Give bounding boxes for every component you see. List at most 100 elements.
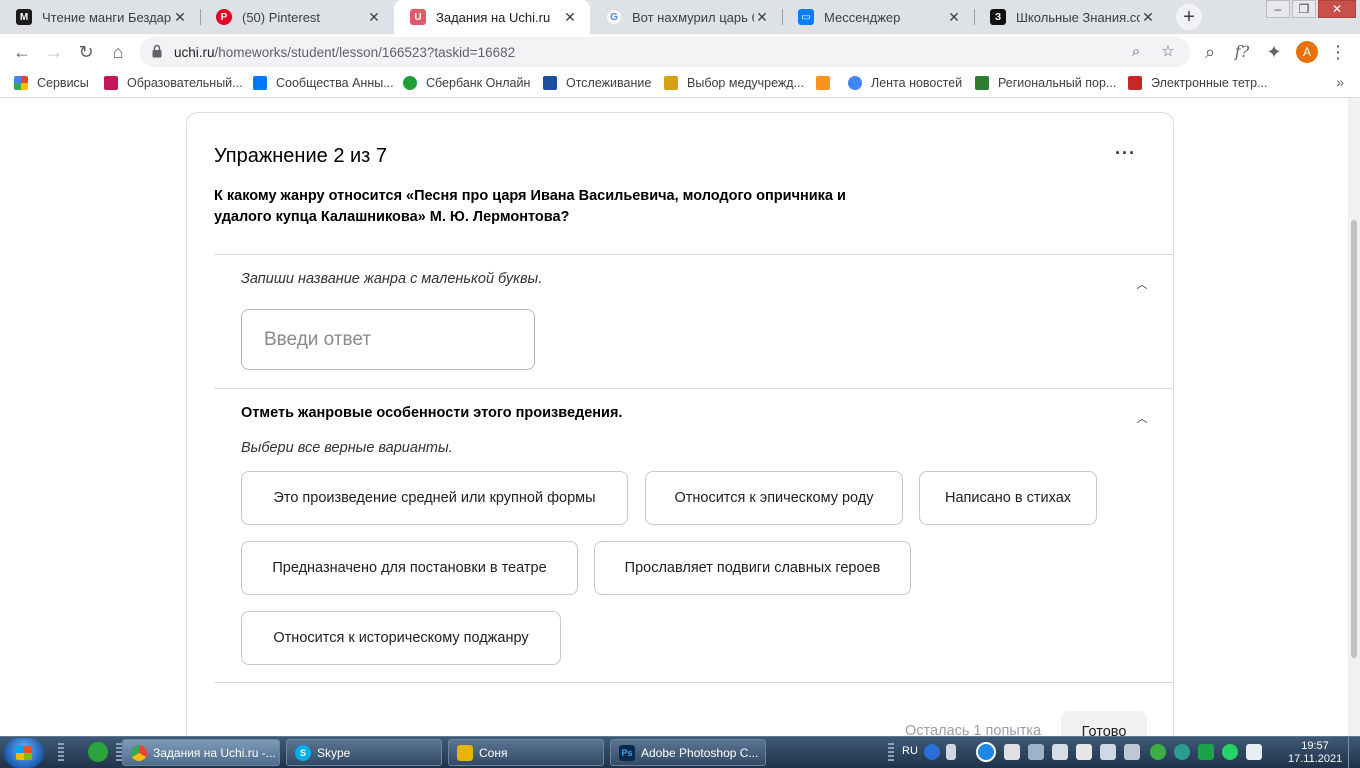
divider xyxy=(214,388,1174,389)
browser-toolbar: ← → ↻ ⌂ uchi.ru/homeworks/student/lesson… xyxy=(0,34,1360,70)
window-close-button[interactable]: ✕ xyxy=(1318,0,1356,18)
forward-icon[interactable]: → xyxy=(42,40,66,64)
check-icon[interactable] xyxy=(1150,744,1166,760)
volume-icon[interactable] xyxy=(1100,744,1116,760)
window-icon[interactable] xyxy=(1052,744,1068,760)
manga-icon: M xyxy=(16,9,32,25)
tab-messenger[interactable]: ▭ Мессенджер ✕ xyxy=(782,0,974,34)
sberbank-icon xyxy=(403,76,417,90)
close-icon[interactable]: ✕ xyxy=(562,9,578,26)
close-icon[interactable]: ✕ xyxy=(366,9,382,26)
page-scrollbar[interactable] xyxy=(1348,98,1360,736)
search-icon[interactable]: ⌕ xyxy=(1198,40,1222,64)
bookmark-star-icon[interactable]: ☆ xyxy=(1158,42,1178,62)
bookmark-item[interactable]: Сбербанк Онлайн xyxy=(403,76,530,90)
close-icon[interactable]: ✕ xyxy=(1140,9,1156,26)
option-button[interactable]: Это произведение средней или крупной фор… xyxy=(241,471,628,525)
bookmark-item[interactable]: Электронные тетр... xyxy=(1128,76,1268,90)
bookmark-item[interactable]: Образовательный... xyxy=(104,76,243,90)
bookmark-item[interactable]: Региональный пор... xyxy=(975,76,1116,90)
mail-icon[interactable] xyxy=(1246,744,1262,760)
start-button[interactable] xyxy=(4,738,44,768)
taskbar-grip xyxy=(58,743,64,763)
option-button[interactable]: Прославляет подвиги славных героев xyxy=(594,541,911,595)
close-icon[interactable]: ✕ xyxy=(946,9,962,26)
bookmark-item[interactable]: Лента новостей xyxy=(848,76,962,90)
submit-row: Осталась 1 попытка Готово xyxy=(187,707,1173,736)
browser-tray-icon[interactable] xyxy=(1174,744,1190,760)
news-icon xyxy=(848,76,862,90)
option-button[interactable]: Относится к эпическому роду xyxy=(645,471,903,525)
question-text: К какому жанру относится «Песня про царя… xyxy=(214,188,846,225)
skype-icon: S xyxy=(295,744,311,761)
help-circle-icon[interactable] xyxy=(976,742,996,762)
clock[interactable]: 19:57 17.11.2021 xyxy=(1288,740,1342,766)
back-icon[interactable]: ← xyxy=(10,40,34,64)
maximize-button[interactable]: ❐ xyxy=(1292,0,1316,18)
option-button[interactable]: Предназначено для постановки в театре xyxy=(241,541,578,595)
divider xyxy=(214,682,1174,683)
home-icon[interactable]: ⌂ xyxy=(106,40,130,64)
messenger-icon: ▭ xyxy=(798,9,814,25)
emblem-icon xyxy=(664,76,678,90)
done-button[interactable]: Готово xyxy=(1061,711,1147,736)
new-tab-button[interactable]: + xyxy=(1176,4,1202,30)
address-bar[interactable]: uchi.ru/homeworks/student/lesson/166523?… xyxy=(140,37,1190,67)
tray-app-icon[interactable] xyxy=(1004,744,1020,760)
bookmark-item[interactable] xyxy=(816,76,839,90)
taskbar-item-photoshop[interactable]: Ps Adobe Photoshop C... xyxy=(610,739,766,766)
close-icon[interactable]: ✕ xyxy=(172,9,188,26)
chevron-up-icon[interactable]: ︿ xyxy=(1135,410,1149,425)
windows-taskbar: Задания на Uchi.ru -... S Skype Соня Ps … xyxy=(0,736,1360,768)
chevron-up-icon[interactable]: ︿ xyxy=(1135,276,1149,291)
pen-icon[interactable] xyxy=(946,744,956,760)
close-icon[interactable]: ✕ xyxy=(754,9,770,26)
window-controls: – ❐ ✕ xyxy=(1264,0,1356,18)
option-button[interactable]: Относится к историческому поджанру xyxy=(241,611,561,665)
profile-avatar[interactable]: A xyxy=(1296,41,1318,63)
formula-extension-icon[interactable]: f? xyxy=(1230,40,1254,64)
taskbar-item-skype[interactable]: S Skype xyxy=(286,739,442,766)
zoom-icon[interactable]: ⌕ xyxy=(1126,42,1146,62)
taskbar-item-folder[interactable]: Соня xyxy=(448,739,604,766)
folder-icon xyxy=(457,744,473,761)
answer-input[interactable] xyxy=(241,309,535,370)
lock-icon xyxy=(152,44,162,58)
tab-uchi[interactable]: U Задания на Uchi.ru ✕ xyxy=(394,0,590,34)
help-icon[interactable] xyxy=(924,744,940,760)
network-icon[interactable] xyxy=(1124,744,1140,760)
clock-time: 19:57 xyxy=(1301,740,1329,752)
part2-title: Отметь жанровые особенности этого произв… xyxy=(241,405,623,421)
shield-icon[interactable] xyxy=(1198,744,1214,760)
printer-icon[interactable] xyxy=(1076,744,1092,760)
tab-pinterest[interactable]: P (50) Pinterest ✕ xyxy=(200,0,394,34)
tab-znanija[interactable]: З Школьные Знания.com ✕ xyxy=(974,0,1168,34)
tab-manga[interactable]: M Чтение манги Бездарна ✕ xyxy=(0,0,200,34)
whatsapp-icon[interactable] xyxy=(1222,744,1238,760)
tools-icon[interactable] xyxy=(1028,744,1044,760)
page-content: Упражнение 2 из 7 ··· К какому жанру отн… xyxy=(0,98,1348,736)
exercise-card: Упражнение 2 из 7 ··· К какому жанру отн… xyxy=(186,112,1174,736)
menu-kebab-icon[interactable]: ⋮ xyxy=(1326,40,1350,64)
more-options-icon[interactable]: ··· xyxy=(1115,143,1136,164)
show-desktop-button[interactable] xyxy=(1348,737,1360,768)
photoshop-icon: Ps xyxy=(619,744,635,761)
vk-icon xyxy=(253,76,267,90)
tab-google-search[interactable]: G Вот нахмурил царь бро ✕ xyxy=(590,0,782,34)
attempts-left-text: Осталась 1 попытка xyxy=(905,723,1042,736)
bookmark-item[interactable]: Выбор медучрежд... xyxy=(664,76,804,90)
bookmark-item[interactable]: Сервисы xyxy=(14,76,89,90)
reload-icon[interactable]: ↻ xyxy=(74,40,98,64)
language-indicator[interactable]: RU xyxy=(902,745,918,757)
scrollbar-thumb[interactable] xyxy=(1351,220,1357,658)
pinterest-icon: P xyxy=(216,9,232,25)
minimize-button[interactable]: – xyxy=(1266,0,1290,18)
option-button[interactable]: Написано в стихах xyxy=(919,471,1097,525)
chevron-double-right-icon[interactable]: » xyxy=(1336,74,1344,90)
tab-strip: M Чтение манги Бездарна ✕ P (50) Pintere… xyxy=(0,0,1360,34)
taskbar-item-chrome[interactable]: Задания на Uchi.ru -... xyxy=(122,739,280,766)
extensions-puzzle-icon[interactable]: ✦ xyxy=(1262,40,1286,64)
bookmark-item[interactable]: Сообщества Анны... xyxy=(253,76,394,90)
agent-mail-icon[interactable] xyxy=(88,742,108,762)
bookmark-item[interactable]: Отслеживание xyxy=(543,76,651,90)
